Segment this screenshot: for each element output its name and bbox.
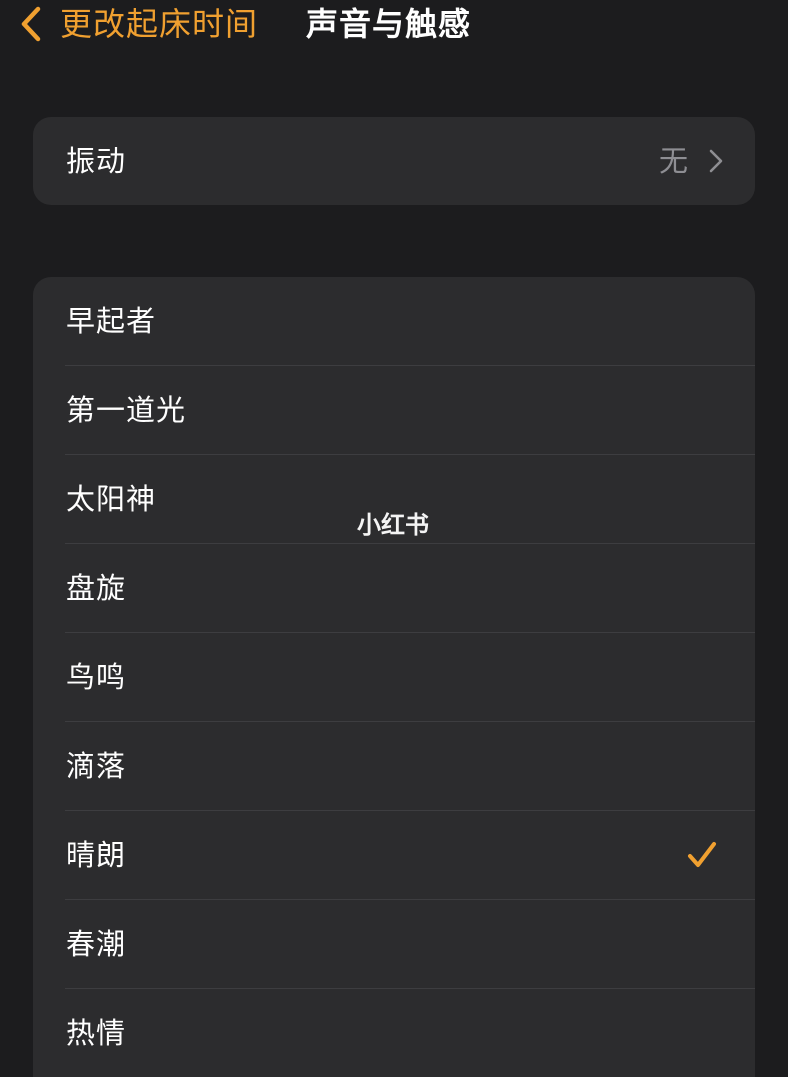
page-title: 声音与触感 xyxy=(306,5,472,43)
vibration-label: 振动 xyxy=(66,144,127,178)
vibration-row[interactable]: 振动 无 xyxy=(33,117,755,205)
back-button-label[interactable]: 更改起床时间 xyxy=(60,2,258,46)
sound-option-label: 春潮 xyxy=(66,927,127,961)
checkmark-icon xyxy=(688,842,716,867)
sound-option-row[interactable]: 第一道光 xyxy=(33,366,755,455)
sound-option-label: 滴落 xyxy=(66,749,127,783)
sound-option-label: 鸟鸣 xyxy=(66,660,127,694)
navigation-bar: 更改起床时间 声音与触感 xyxy=(0,0,788,60)
sound-option-label: 早起者 xyxy=(66,304,157,338)
sound-option-row[interactable]: 鸟鸣 xyxy=(33,633,755,722)
sound-option-row[interactable]: 热情 xyxy=(33,989,755,1077)
sound-option-row[interactable]: 滴落 xyxy=(33,722,755,811)
sound-option-label: 太阳神 xyxy=(66,482,157,516)
sound-option-row[interactable]: 早起者 xyxy=(33,277,755,366)
sound-option-row[interactable]: 晴朗 xyxy=(33,811,755,900)
chevron-right-icon xyxy=(709,149,723,173)
vibration-group: 振动 无 xyxy=(33,117,755,205)
sound-option-row[interactable]: 春潮 xyxy=(33,900,755,989)
sound-option-label: 晴朗 xyxy=(66,838,127,872)
chevron-left-icon[interactable] xyxy=(16,6,46,42)
sound-list: 早起者第一道光太阳神盘旋鸟鸣滴落晴朗春潮热情 xyxy=(33,277,755,1077)
vibration-value: 无 xyxy=(658,144,688,178)
watermark: 小红书 xyxy=(357,511,429,539)
sound-option-label: 第一道光 xyxy=(66,393,187,427)
sound-option-label: 盘旋 xyxy=(66,571,127,605)
sound-option-label: 热情 xyxy=(66,1016,127,1050)
sound-option-row[interactable]: 盘旋 xyxy=(33,544,755,633)
